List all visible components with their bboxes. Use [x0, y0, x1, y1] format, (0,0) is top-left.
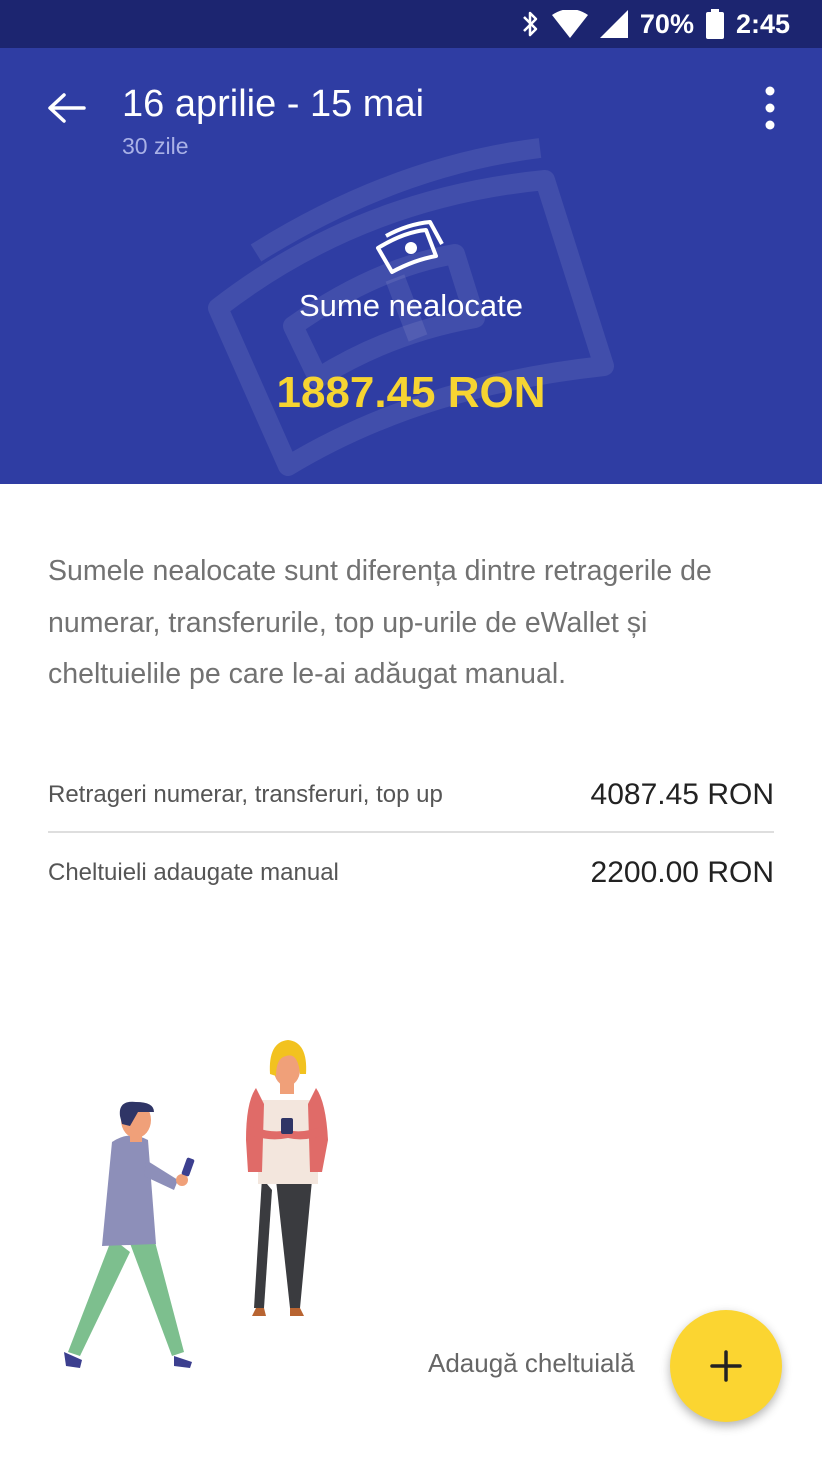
man-figure — [64, 1101, 195, 1368]
plus-icon — [710, 1350, 742, 1382]
breakdown-value: 4087.45 RON — [590, 778, 774, 811]
unallocated-label: Sume nealocate — [298, 288, 524, 323]
breakdown-value: 2200.00 RON — [590, 856, 774, 889]
status-indicators: 70% 2:45 — [520, 0, 790, 48]
period-duration: 30 zile — [122, 133, 189, 159]
breakdown-label: Cheltuieli adaugate manual — [48, 859, 339, 886]
divider — [48, 831, 774, 833]
battery-icon — [705, 9, 724, 39]
more-options-button[interactable] — [752, 84, 788, 132]
signal-icon — [599, 10, 628, 38]
woman-figure — [246, 1040, 328, 1316]
period-title: 16 aprilie - 15 mai — [122, 83, 425, 125]
battery-percent: 70% — [639, 8, 694, 39]
summary-header: 16 aprilie - 15 mai 30 zile Sume nealoca… — [0, 48, 822, 484]
breakdown-row-withdrawals: Retrageri numerar, transferuri, top up 4… — [48, 756, 774, 834]
people-with-phones-illustration — [64, 1040, 328, 1368]
status-bar: 70% 2:45 — [0, 0, 822, 48]
description-text: Sumele nealocate sunt diferența dintre r… — [48, 555, 712, 690]
clock: 2:45 — [735, 8, 790, 39]
add-expense-label[interactable]: Adaugă cheltuială — [428, 1348, 635, 1379]
breakdown-label: Retrageri numerar, transferuri, top up — [48, 781, 443, 808]
money-bill-icon — [376, 220, 444, 274]
more-vert-icon — [765, 86, 775, 130]
back-arrow-icon — [48, 93, 86, 123]
breakdown-row-manual-expenses: Cheltuieli adaugate manual 2200.00 RON — [48, 834, 774, 912]
add-expense-button[interactable] — [670, 1310, 782, 1422]
unallocated-amount: 1887.45 RON — [276, 368, 546, 417]
back-button[interactable] — [40, 88, 92, 128]
wifi-icon — [551, 10, 588, 38]
bluetooth-icon — [523, 11, 538, 37]
